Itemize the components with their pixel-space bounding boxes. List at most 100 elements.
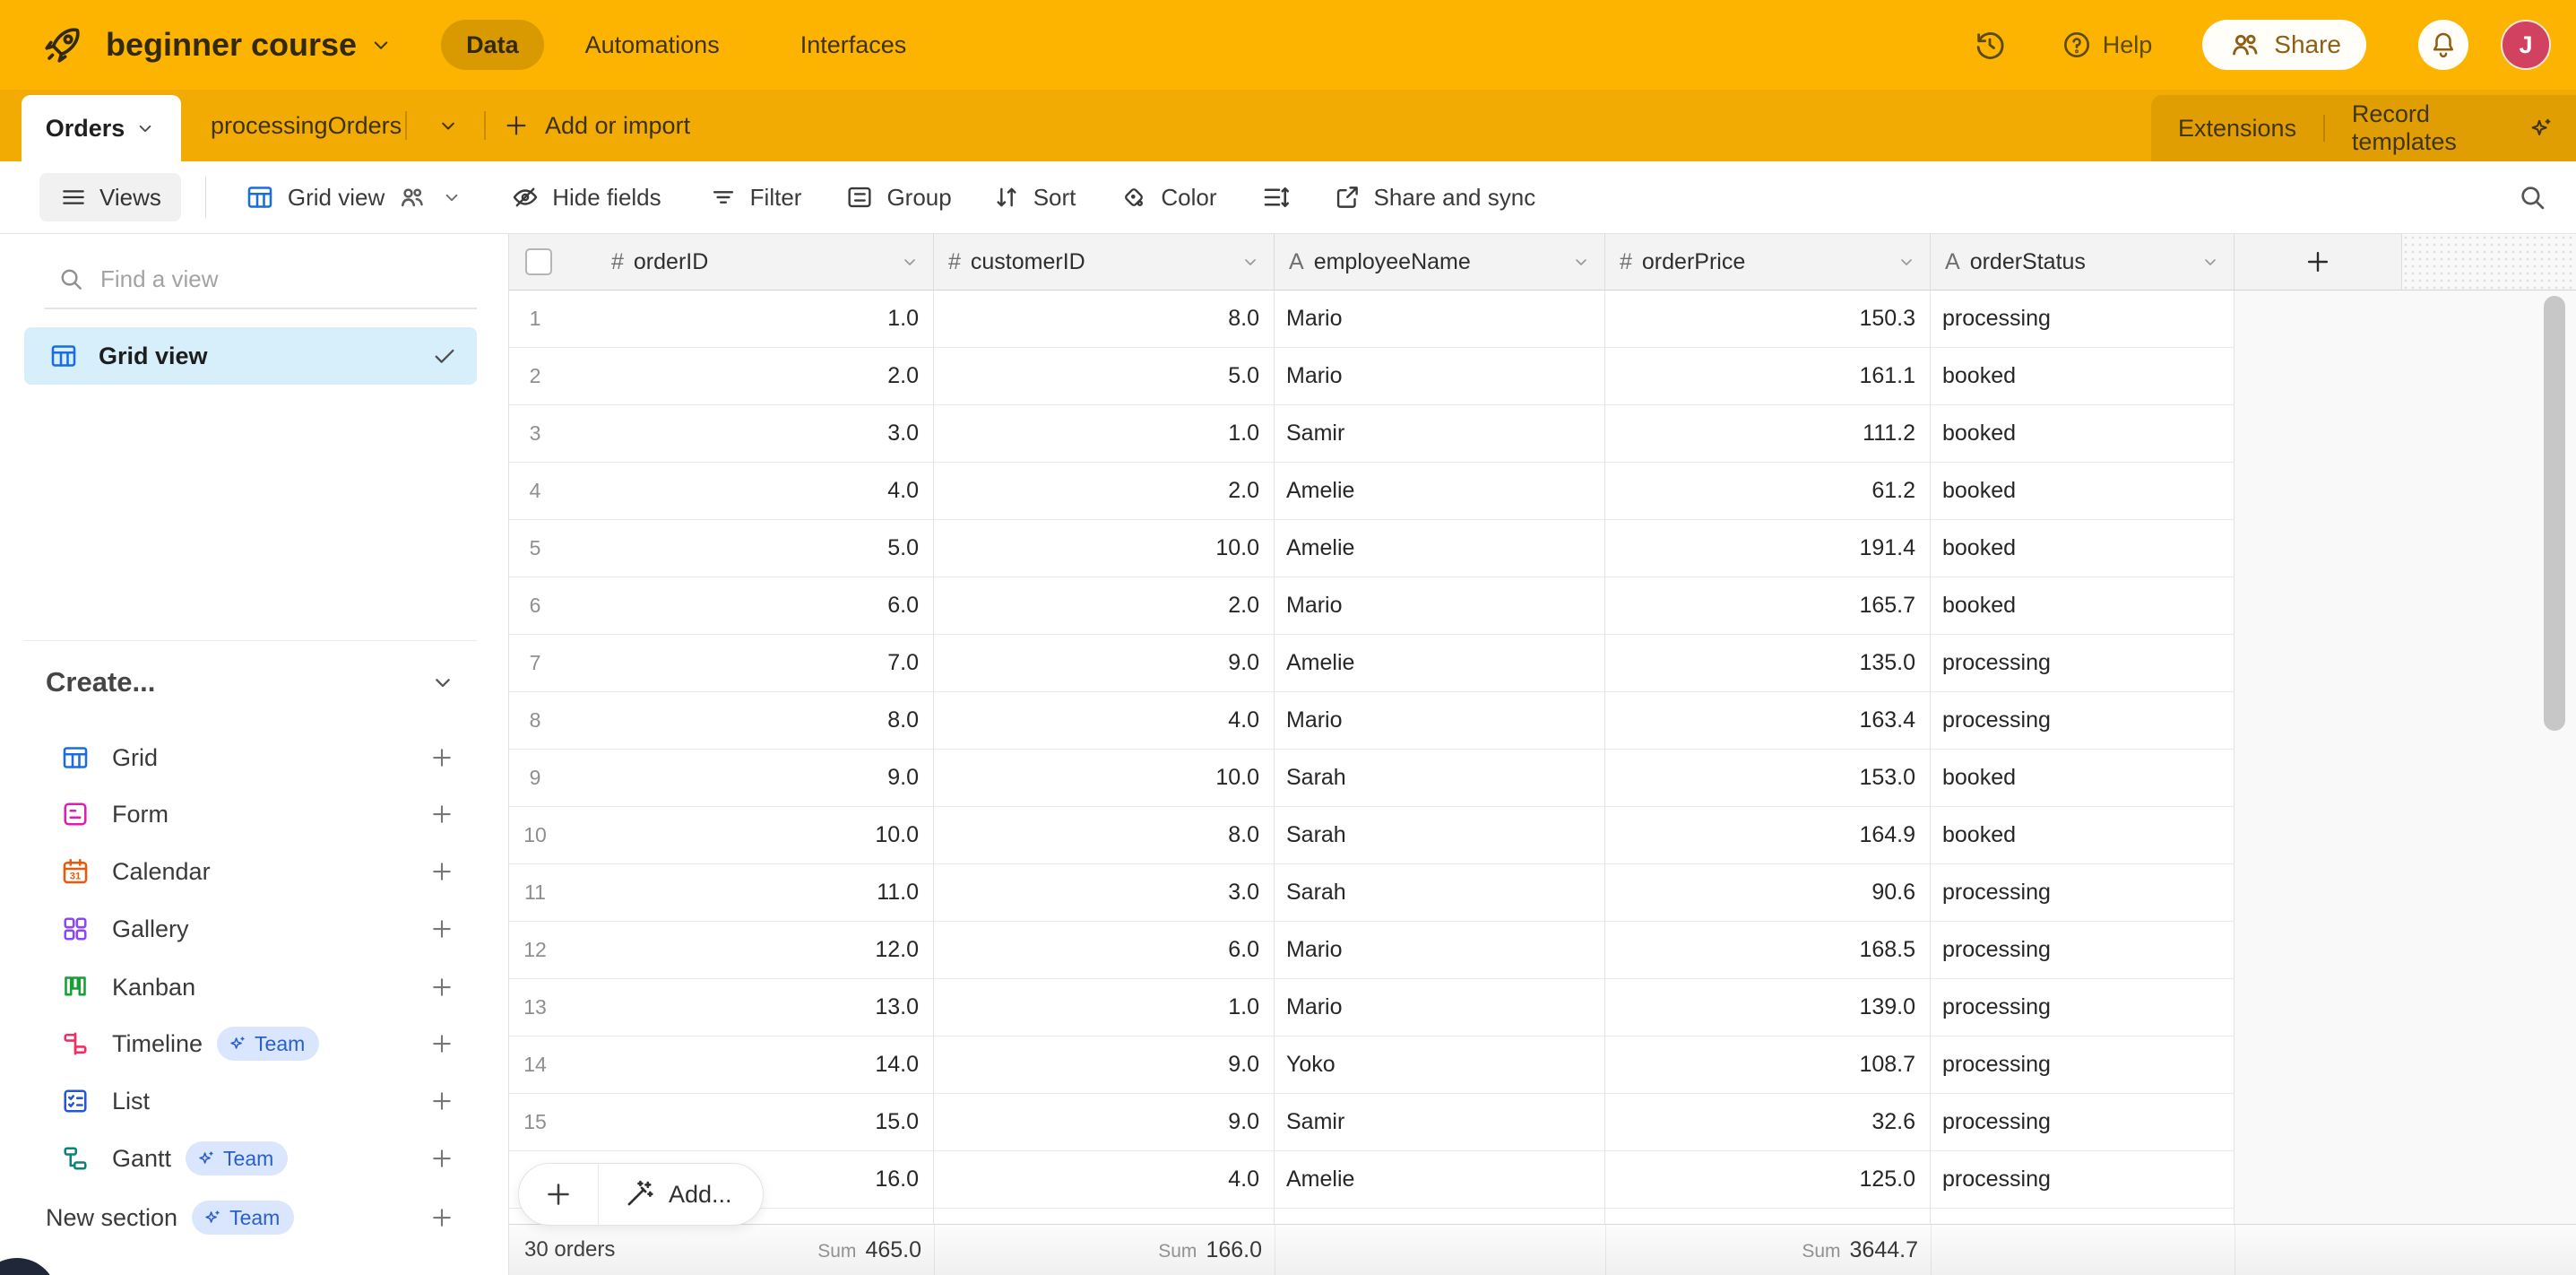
cell-orderPrice[interactable]: 164.9 [1605, 807, 1931, 863]
table-row[interactable]: 6 6.0 2.0 Mario 165.7 booked [509, 577, 2235, 635]
table-row[interactable]: 2 2.0 5.0 Mario 161.1 booked [509, 348, 2235, 405]
table-row[interactable]: 14 14.0 9.0 Yoko 108.7 processing [509, 1036, 2235, 1094]
cell-customerID[interactable]: 1.0 [934, 979, 1275, 1036]
cell-orderPrice[interactable]: 135.0 [1605, 635, 1931, 691]
cell-orderStatus[interactable]: booked [1931, 463, 2235, 519]
cell-primary[interactable]: 2 2.0 [509, 348, 934, 404]
cell-primary[interactable]: 8 8.0 [509, 692, 934, 749]
cell-employeeName[interactable]: Samir [1275, 1094, 1605, 1150]
cell-primary[interactable]: 7 7.0 [509, 635, 934, 691]
plus-icon[interactable] [428, 801, 455, 828]
row-number[interactable]: 15 [509, 1110, 561, 1134]
chevron-down-icon[interactable] [428, 668, 457, 697]
cell-customerID[interactable]: 8.0 [934, 807, 1275, 863]
cell-primary[interactable]: 12 12.0 [509, 922, 934, 978]
select-all-checkbox[interactable] [525, 248, 552, 275]
table-row[interactable]: 8 8.0 4.0 Mario 163.4 processing [509, 692, 2235, 750]
create-list-item[interactable]: List [24, 1076, 477, 1126]
chevron-down-icon[interactable] [1896, 251, 1917, 273]
cell-orderID[interactable]: 9.0 [561, 765, 933, 791]
create-form-item[interactable]: Form [24, 789, 477, 839]
cell-employeeName[interactable]: Mario [1275, 922, 1605, 978]
plus-icon[interactable] [428, 1145, 455, 1172]
cell-customerID[interactable]: 5.0 [934, 348, 1275, 404]
table-row[interactable]: 13 13.0 1.0 Mario 139.0 processing [509, 979, 2235, 1036]
table-row[interactable]: 10 10.0 8.0 Sarah 164.9 booked [509, 807, 2235, 864]
create-calendar-item[interactable]: 31 Calendar [24, 846, 477, 897]
cell-orderStatus[interactable]: processing [1931, 1151, 2235, 1208]
create-grid-item[interactable]: Grid [24, 733, 477, 783]
tables-dropdown-chevron-icon[interactable] [436, 113, 461, 138]
base-title-chevron-icon[interactable] [367, 31, 394, 58]
cell-primary[interactable]: 4 4.0 [509, 463, 934, 519]
row-number[interactable]: 4 [509, 479, 561, 503]
table-row[interactable]: 7 7.0 9.0 Amelie 135.0 processing [509, 635, 2235, 692]
cell-employeeName[interactable]: Amelie [1275, 463, 1605, 519]
cell-orderID[interactable]: 2.0 [561, 363, 933, 389]
extensions-button[interactable]: Extensions [2151, 115, 2323, 143]
rocket-logo-icon[interactable] [39, 22, 86, 68]
filter-button[interactable]: Filter [708, 182, 802, 212]
cell-employeeName[interactable]: Sarah [1275, 750, 1605, 806]
row-height-button[interactable] [1260, 181, 1292, 213]
add-record-button[interactable] [519, 1178, 598, 1210]
table-row[interactable] [509, 1209, 2235, 1224]
tab-processing-orders[interactable]: processingOrders [198, 90, 414, 161]
cell-customerID[interactable]: 2.0 [934, 463, 1275, 519]
cell-orderStatus[interactable]: processing [1931, 864, 2235, 921]
cell-orderStatus[interactable]: processing [1931, 1036, 2235, 1093]
cell-employeeName[interactable]: Amelie [1275, 1151, 1605, 1208]
cell-primary[interactable]: 1 1.0 [509, 291, 934, 347]
row-number[interactable]: 2 [509, 364, 561, 388]
cell-customerID[interactable]: 8.0 [934, 291, 1275, 347]
cell-orderStatus[interactable]: processing [1931, 979, 2235, 1036]
group-button[interactable]: Group [844, 182, 951, 212]
cell-customerID[interactable]: 10.0 [934, 520, 1275, 577]
cell-employeeName[interactable]: Mario [1275, 692, 1605, 749]
cell-employeeName[interactable]: Mario [1275, 348, 1605, 404]
column-header-orderID[interactable]: # orderID [509, 234, 934, 290]
plus-icon[interactable] [428, 858, 455, 885]
row-number[interactable]: 6 [509, 594, 561, 618]
vertical-scrollbar[interactable] [2544, 296, 2565, 731]
cell-primary[interactable]: 14 14.0 [509, 1036, 934, 1093]
add-with-ai-button[interactable]: Add... [599, 1177, 763, 1211]
cell-customerID[interactable]: 4.0 [934, 692, 1275, 749]
find-view-input[interactable] [100, 265, 441, 293]
plus-icon[interactable] [428, 915, 455, 942]
table-row[interactable]: 15 15.0 9.0 Samir 32.6 processing [509, 1094, 2235, 1151]
table-row[interactable]: 11 11.0 3.0 Sarah 90.6 processing [509, 864, 2235, 922]
color-button[interactable]: Color [1119, 182, 1216, 212]
nav-tab-data[interactable]: Data [441, 20, 544, 70]
cell-orderPrice[interactable]: 153.0 [1605, 750, 1931, 806]
share-and-sync-button[interactable]: Share and sync [1332, 182, 1536, 212]
cell-employeeName[interactable] [1275, 1209, 1605, 1224]
summary-sum-orderPrice[interactable]: Sum 3644.7 [509, 1225, 1918, 1275]
row-number[interactable]: 8 [509, 708, 561, 733]
cell-orderPrice[interactable] [1605, 1209, 1931, 1224]
cell-primary[interactable]: 11 11.0 [509, 864, 934, 921]
table-row[interactable]: 12 12.0 6.0 Mario 168.5 processing [509, 922, 2235, 979]
row-number[interactable]: 11 [509, 880, 561, 905]
cell-orderPrice[interactable]: 111.2 [1605, 405, 1931, 462]
plus-icon[interactable] [428, 1088, 455, 1115]
cell-customerID[interactable]: 9.0 [934, 635, 1275, 691]
chevron-down-icon[interactable] [1240, 251, 1261, 273]
plus-icon[interactable] [428, 744, 455, 771]
cell-orderStatus[interactable]: booked [1931, 405, 2235, 462]
cell-customerID[interactable]: 2.0 [934, 577, 1275, 634]
cell-orderID[interactable]: 14.0 [561, 1052, 933, 1078]
table-row[interactable]: 1 1.0 8.0 Mario 150.3 processing [509, 291, 2235, 348]
create-new-section-item[interactable]: New section Team [24, 1193, 477, 1243]
cell-orderStatus[interactable]: booked [1931, 750, 2235, 806]
sort-button[interactable]: Sort [991, 182, 1076, 212]
cell-orderPrice[interactable]: 150.3 [1605, 291, 1931, 347]
cell-employeeName[interactable]: Mario [1275, 291, 1605, 347]
row-number[interactable]: 13 [509, 995, 561, 1019]
column-header-orderStatus[interactable]: A orderStatus [1931, 234, 2235, 290]
cell-orderID[interactable]: 15.0 [561, 1109, 933, 1135]
cell-orderID[interactable]: 5.0 [561, 535, 933, 561]
chevron-down-icon[interactable] [1570, 251, 1592, 273]
cell-orderID[interactable]: 3.0 [561, 421, 933, 447]
plus-icon[interactable] [428, 974, 455, 1001]
